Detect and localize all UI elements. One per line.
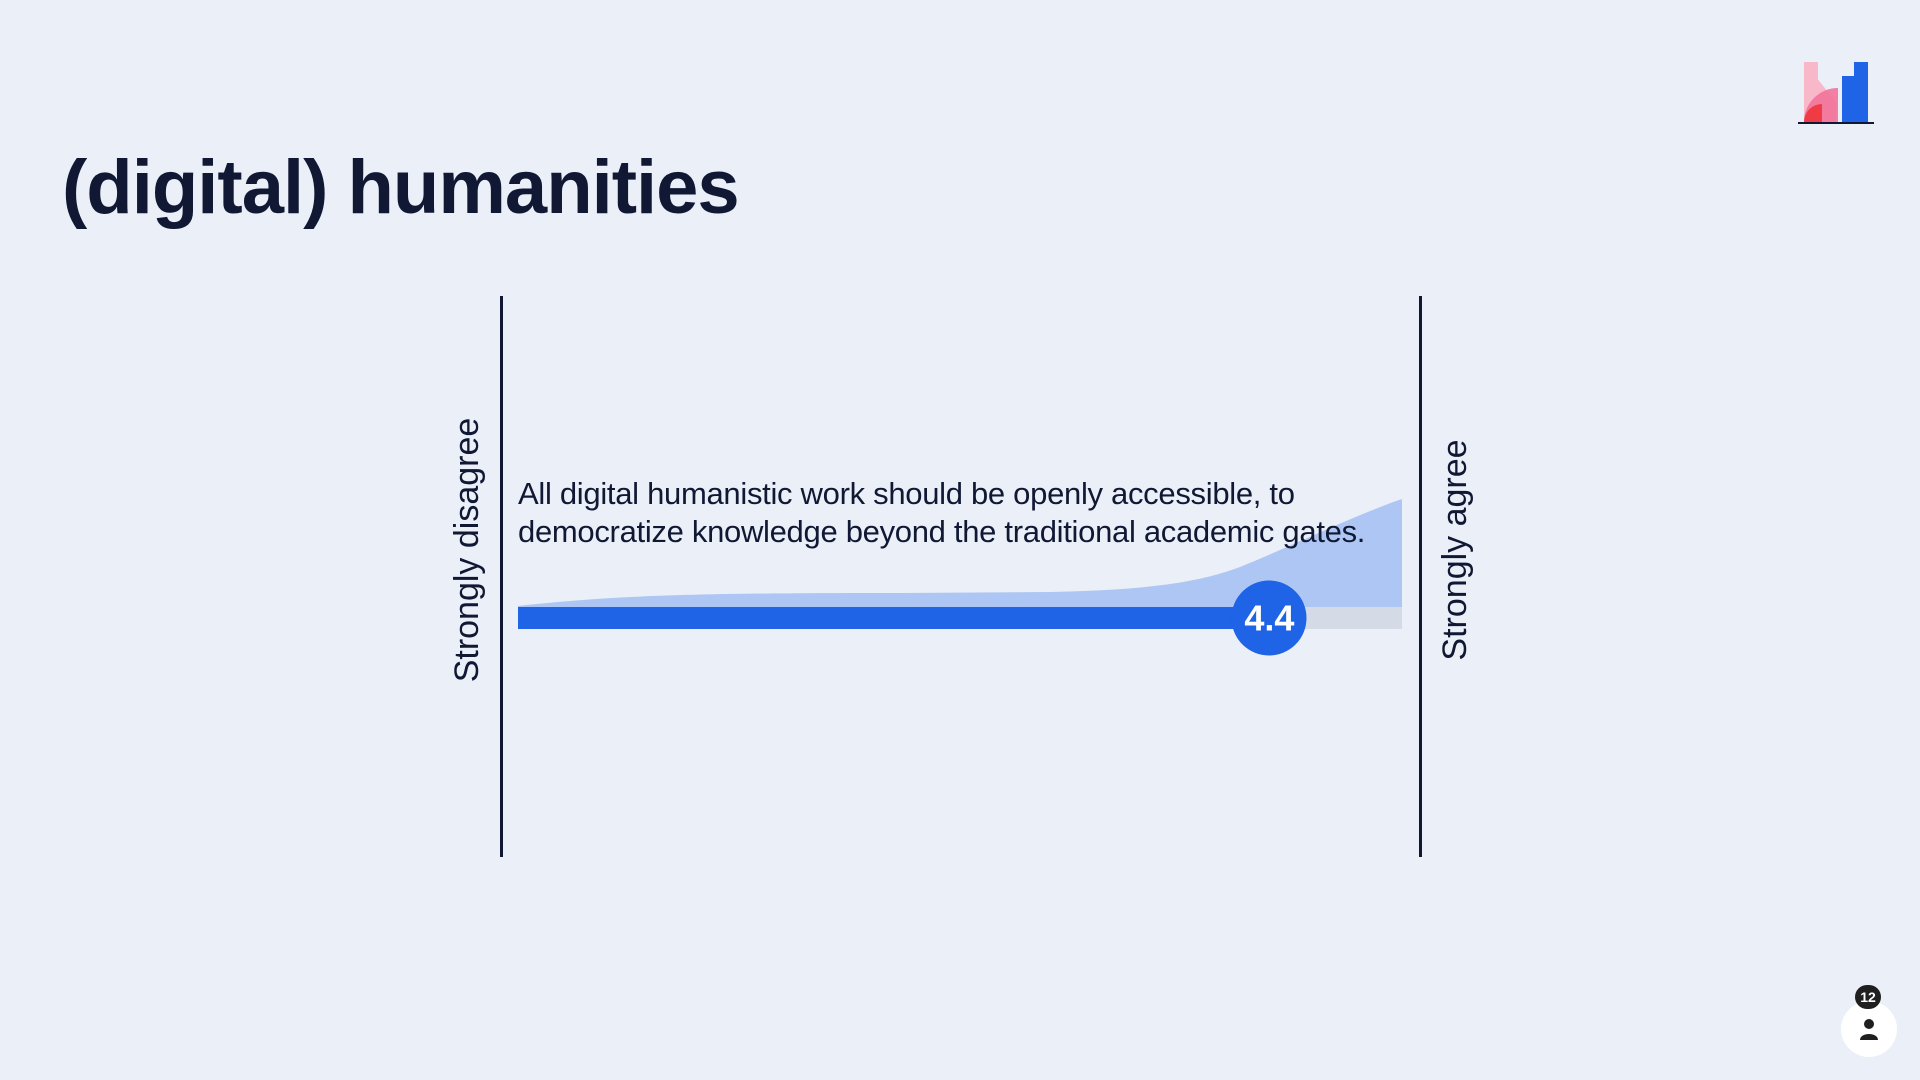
participants-button[interactable] <box>1841 1001 1897 1057</box>
participants-count-badge: 12 <box>1855 985 1881 1009</box>
person-icon <box>1860 1019 1878 1040</box>
average-bar <box>518 607 1270 629</box>
average-value-badge: 4.4 <box>1231 580 1307 656</box>
question-statement: All digital humanistic work should be op… <box>518 476 1366 549</box>
slide: (digital) humanities Strongly disagree S… <box>0 0 1920 1080</box>
